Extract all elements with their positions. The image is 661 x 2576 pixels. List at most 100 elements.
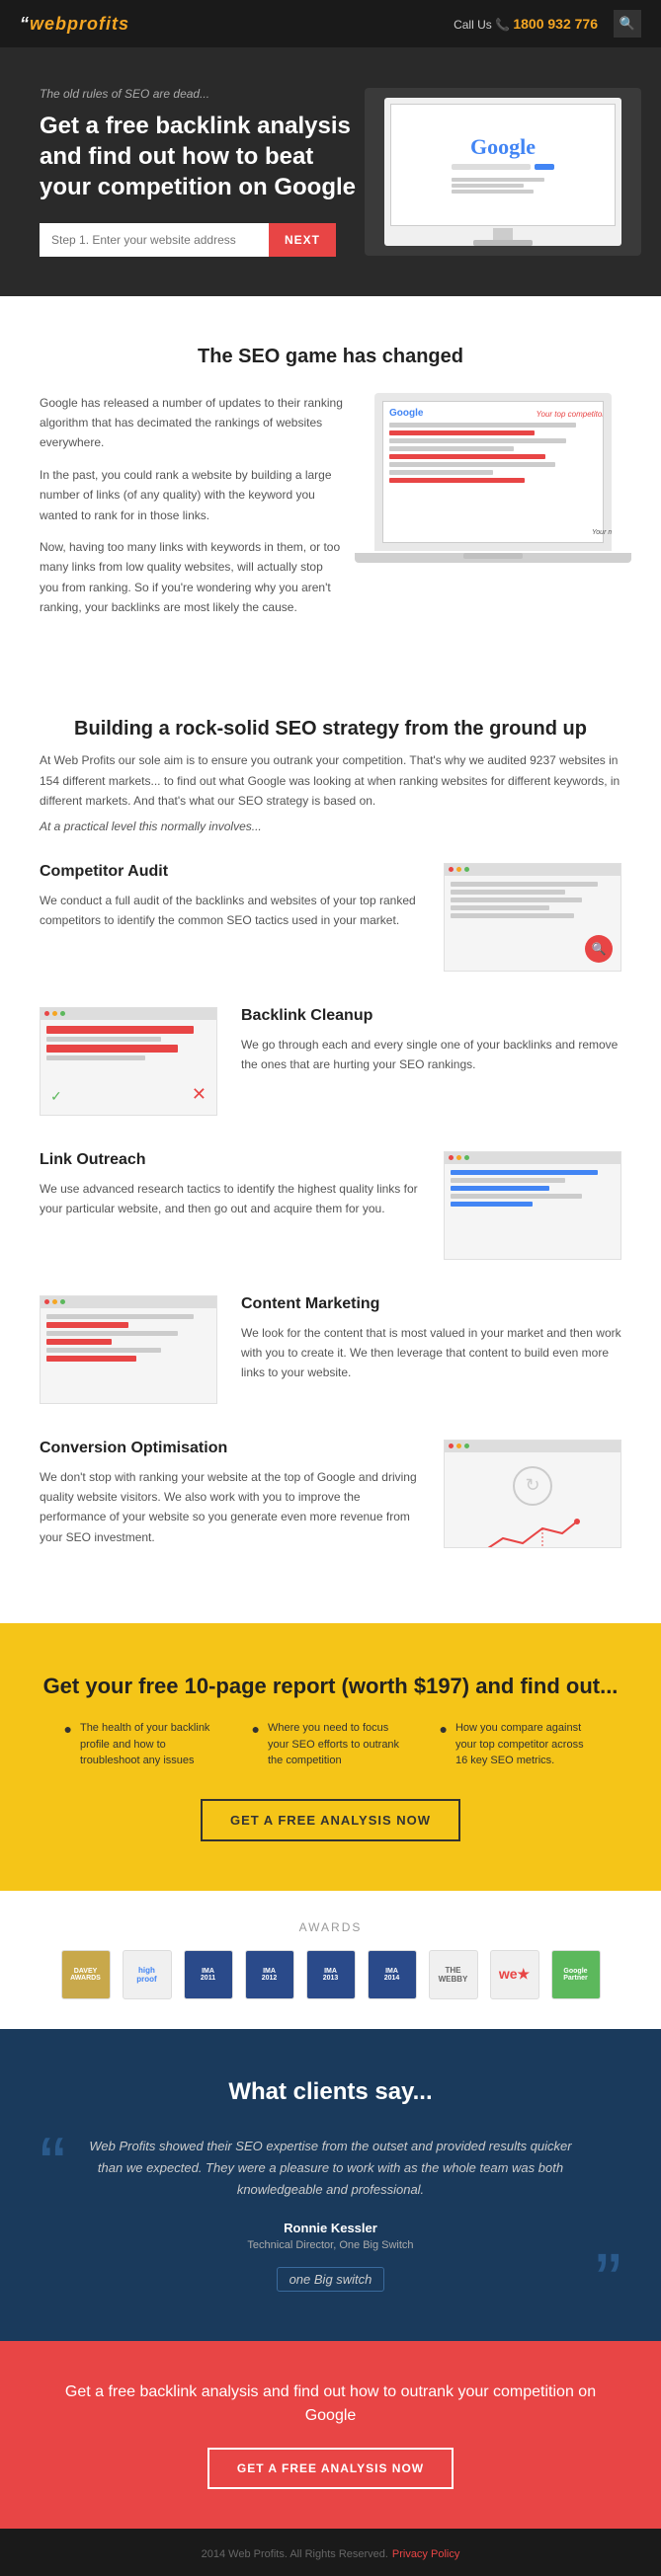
award-webby: THEWEBBY: [429, 1950, 478, 1999]
content-marketing-text: Content Marketing We look for the conten…: [241, 1295, 621, 1383]
company-logo: one Big switch: [277, 2267, 385, 2292]
cleanup-x-icon: ✕: [192, 1084, 207, 1105]
cta-point-2: ● Where you need to focus your SEO effor…: [252, 1720, 410, 1769]
competitor-audit-text: Competitor Audit We conduct a full audit…: [40, 863, 420, 931]
cta-points: ● The health of your backlink profile an…: [40, 1720, 621, 1769]
arrow-label-competitor: Your top competitor: [537, 410, 604, 419]
service-conversion-opt: Conversion Optimisation We don't stop wi…: [40, 1440, 621, 1548]
cta-title: Get your free 10-page report (worth $197…: [40, 1673, 621, 1701]
cta-point-3: ● How you compare against your top compe…: [440, 1720, 598, 1769]
hero-form: NEXT: [40, 223, 336, 257]
content-marketing-title: Content Marketing: [241, 1295, 621, 1313]
seo-title: The SEO game has changed: [40, 346, 621, 368]
monitor-stand: [384, 226, 621, 246]
cta-bullet-2: ●: [252, 1721, 260, 1737]
cta-analysis-button[interactable]: GET A FREE ANALYSIS NOW: [201, 1799, 460, 1841]
search-button[interactable]: 🔍: [614, 10, 641, 38]
backlink-cleanup-desc: We go through each and every single one …: [241, 1035, 621, 1075]
logo: “webprofits: [20, 14, 129, 35]
award-we: we★: [490, 1950, 539, 1999]
call-us: Call Us 📞 1800 932 776: [454, 16, 598, 32]
backlink-cleanup-image: ✕ ✓: [40, 1007, 217, 1116]
cta-bullet-3: ●: [440, 1721, 448, 1737]
awards-row: DAVEY AWARDS highproof IMA2011 IMA2012 I…: [40, 1950, 621, 1999]
link-outreach-text: Link Outreach We use advanced research t…: [40, 1151, 420, 1219]
content-marketing-image: [40, 1295, 217, 1404]
seo-section: The SEO game has changed Google has rele…: [0, 296, 661, 679]
awards-section: AWARDS DAVEY AWARDS highproof IMA2011 IM…: [0, 1891, 661, 2029]
service-link-outreach: Link Outreach We use advanced research t…: [40, 1151, 621, 1260]
header: “webprofits Call Us 📞 1800 932 776 🔍: [0, 0, 661, 47]
testimonial-author: Ronnie Kessler: [79, 2221, 582, 2235]
next-button[interactable]: NEXT: [269, 223, 336, 257]
hero-tagline: The old rules of SEO are dead...: [40, 87, 356, 101]
cta-point-text-1: The health of your backlink profile and …: [80, 1720, 222, 1769]
competitor-audit-desc: We conduct a full audit of the backlinks…: [40, 891, 420, 931]
backlink-cleanup-title: Backlink Cleanup: [241, 1007, 621, 1025]
bottom-cta-section: Get a free backlink analysis and find ou…: [0, 2341, 661, 2529]
cleanup-check-icon: ✓: [50, 1088, 62, 1105]
quote-close: ”: [595, 2242, 621, 2321]
strategy-desc: At Web Profits our sole aim is to ensure…: [40, 750, 621, 811]
arrow-label-keywords: Your most valuable keywords: [592, 529, 612, 536]
privacy-policy-link[interactable]: Privacy Policy: [392, 2548, 459, 2560]
cta-point-text-2: Where you need to focus your SEO efforts…: [268, 1720, 410, 1769]
award-highproof: highproof: [123, 1950, 172, 1999]
audit-icon: 🔍: [585, 935, 613, 963]
footer: 2014 Web Profits. All Rights Reserved. P…: [0, 2529, 661, 2576]
service-content-marketing: Content Marketing We look for the conten…: [40, 1295, 621, 1404]
cta-point-text-3: How you compare against your top competi…: [455, 1720, 598, 1769]
bottom-cta-button[interactable]: GET A FREE ANALYSIS NOW: [207, 2448, 454, 2489]
conversion-opt-text: Conversion Optimisation We don't stop wi…: [40, 1440, 420, 1548]
conversion-opt-title: Conversion Optimisation: [40, 1440, 420, 1457]
hero-section: The old rules of SEO are dead... Get a f…: [0, 47, 661, 296]
award-ima2011: IMA2011: [184, 1950, 233, 1999]
header-right: Call Us 📞 1800 932 776 🔍: [454, 10, 641, 38]
conversion-circle-icon: ↻: [513, 1466, 552, 1506]
testimonial-text: Web Profits showed their SEO expertise f…: [79, 2136, 582, 2201]
hero-headline: Get a free backlink analysis and find ou…: [40, 111, 356, 203]
competitor-audit-title: Competitor Audit: [40, 863, 420, 881]
award-ima2014: IMA2014: [368, 1950, 417, 1999]
testimonial-block: “ Web Profits showed their SEO expertise…: [40, 2136, 621, 2292]
phone-number[interactable]: 1800 932 776: [513, 16, 598, 32]
award-google-partner: GooglePartner: [551, 1950, 601, 1999]
link-outreach-image: [444, 1151, 621, 1260]
monitor-mock: Google: [384, 98, 621, 246]
testimonials-section: What clients say... “ Web Profits showed…: [0, 2029, 661, 2341]
google-logo-hero: Google: [452, 134, 554, 160]
seo-content: Google has released a number of updates …: [40, 393, 621, 630]
cta-bullet-1: ●: [64, 1721, 72, 1737]
competitor-audit-image: 🔍: [444, 863, 621, 972]
strategy-note: At a practical level this normally invol…: [40, 820, 621, 833]
testimonials-title: What clients say...: [40, 2078, 621, 2106]
conversion-opt-image: ↻: [444, 1440, 621, 1548]
strategy-section: Building a rock-solid SEO strategy from …: [0, 678, 661, 1622]
footer-copy: 2014 Web Profits. All Rights Reserved.: [202, 2548, 388, 2560]
cta-section: Get your free 10-page report (worth $197…: [0, 1623, 661, 1891]
seo-para3: Now, having too many links with keywords…: [40, 537, 345, 618]
call-us-label: Call Us: [454, 18, 492, 32]
backlink-cleanup-text: Backlink Cleanup We go through each and …: [241, 1007, 621, 1075]
award-ima2012: IMA2012: [245, 1950, 294, 1999]
conversion-opt-desc: We don't stop with ranking your website …: [40, 1467, 420, 1548]
link-outreach-desc: We use advanced research tactics to iden…: [40, 1179, 420, 1219]
seo-para2: In the past, you could rank a website by…: [40, 465, 345, 525]
hero-image: Google: [365, 88, 641, 256]
link-outreach-title: Link Outreach: [40, 1151, 420, 1169]
laptop-screen: Google Your top competitor: [382, 401, 604, 543]
seo-para1: Google has released a number of updates …: [40, 393, 345, 453]
service-backlink-cleanup: Backlink Cleanup We go through each and …: [40, 1007, 621, 1116]
quote-open: “: [40, 2126, 66, 2205]
hero-text: The old rules of SEO are dead... Get a f…: [40, 87, 356, 257]
logo-text: webprofits: [30, 14, 129, 34]
cta-point-1: ● The health of your backlink profile an…: [64, 1720, 222, 1769]
website-input[interactable]: [40, 223, 269, 257]
conversion-chart: [483, 1514, 582, 1548]
award-davey: DAVEY AWARDS: [61, 1950, 111, 1999]
awards-label: AWARDS: [40, 1920, 621, 1934]
seo-text: Google has released a number of updates …: [40, 393, 345, 630]
content-marketing-desc: We look for the content that is most val…: [241, 1323, 621, 1383]
testimonial-role: Technical Director, One Big Switch: [79, 2239, 582, 2251]
bottom-cta-text: Get a free backlink analysis and find ou…: [40, 2381, 621, 2428]
